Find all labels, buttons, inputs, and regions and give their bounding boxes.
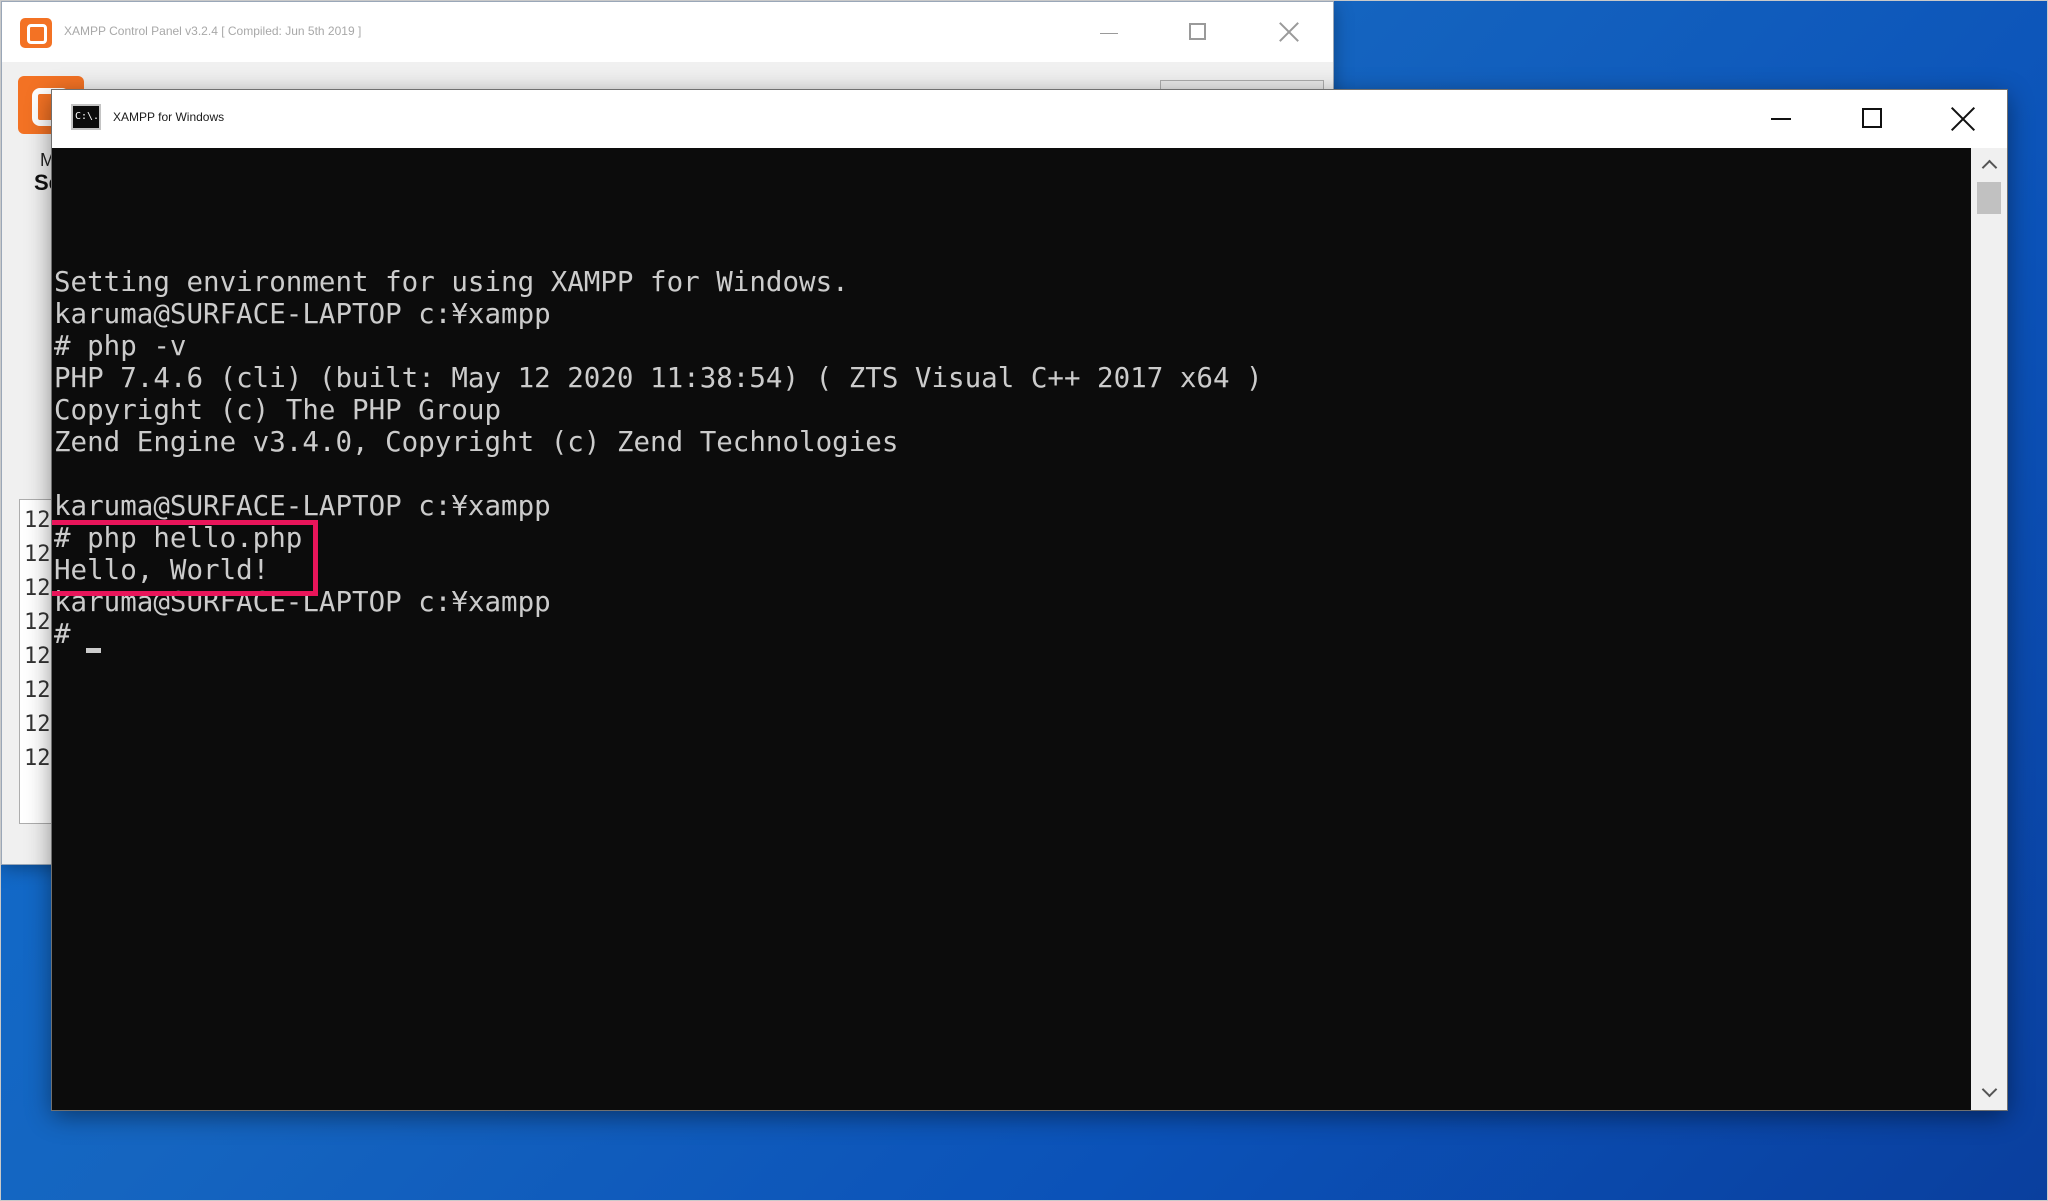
log-row: 12 bbox=[24, 644, 51, 669]
maximize-button[interactable] bbox=[1832, 90, 1912, 148]
console-line: # php -v bbox=[54, 330, 187, 362]
console-line: Zend Engine v3.4.0, Copyright (c) Zend T… bbox=[54, 426, 899, 458]
log-row: 12 bbox=[24, 746, 51, 771]
console-line: karuma@SURFACE-LAPTOP c:¥xampp bbox=[54, 490, 551, 522]
console-line: Setting environment for using XAMPP for … bbox=[54, 266, 849, 298]
vertical-scrollbar[interactable] bbox=[1971, 148, 2007, 1110]
console-line: karuma@SURFACE-LAPTOP c:¥xampp bbox=[54, 298, 551, 330]
cmd-icon: C:\. bbox=[71, 104, 101, 130]
log-row: 12 bbox=[24, 542, 51, 567]
log-row: 12 bbox=[24, 712, 51, 737]
xampp-maximize-button[interactable] bbox=[1170, 10, 1226, 54]
console-window[interactable]: C:\. XAMPP for Windows Setting environme… bbox=[52, 90, 2007, 1110]
text-cursor bbox=[86, 648, 101, 653]
xampp-titlebar[interactable]: XAMPP Control Panel v3.2.4 [ Compiled: J… bbox=[2, 2, 1333, 62]
close-button[interactable] bbox=[1923, 90, 2003, 148]
chevron-up-icon[interactable] bbox=[1971, 148, 2007, 180]
console-output[interactable]: Setting environment for using XAMPP for … bbox=[52, 148, 1971, 1110]
console-titlebar[interactable]: C:\. XAMPP for Windows bbox=[52, 90, 2007, 148]
xampp-minimize-button[interactable] bbox=[1080, 10, 1136, 54]
scrollbar-thumb[interactable] bbox=[1977, 182, 2001, 214]
log-row: 12 bbox=[24, 610, 51, 635]
highlight-annotation-box bbox=[52, 520, 318, 596]
xampp-window-title: XAMPP Control Panel v3.2.4 [ Compiled: J… bbox=[64, 24, 362, 38]
minimize-button[interactable] bbox=[1741, 90, 1821, 148]
console-window-title: XAMPP for Windows bbox=[113, 110, 225, 124]
console-prompt-line[interactable]: # bbox=[54, 618, 87, 650]
console-line: Copyright (c) The PHP Group bbox=[54, 394, 502, 426]
xampp-logo-icon bbox=[20, 18, 52, 48]
log-row: 12 bbox=[24, 678, 51, 703]
log-row: 12 bbox=[24, 508, 51, 533]
xampp-close-button[interactable] bbox=[1260, 10, 1316, 54]
console-line: PHP 7.4.6 (cli) (built: May 12 2020 11:3… bbox=[54, 362, 1263, 394]
log-row: 12 bbox=[24, 576, 51, 601]
chevron-down-icon[interactable] bbox=[1971, 1078, 2007, 1110]
